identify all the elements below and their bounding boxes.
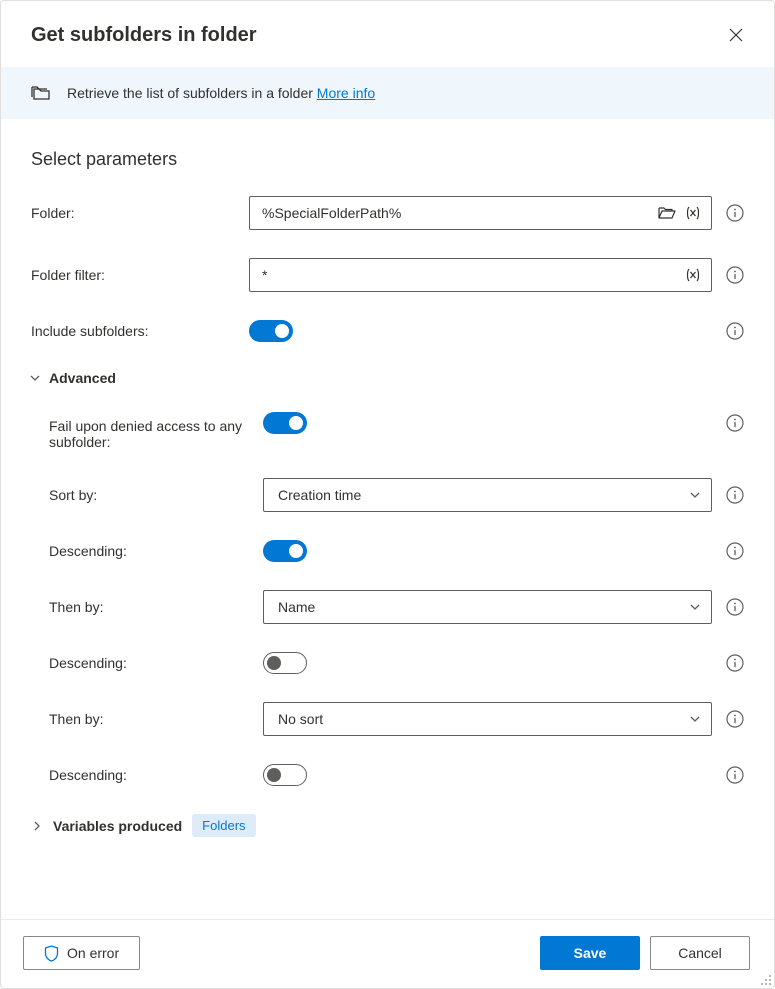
fail-denied-label: Fail upon denied access to any subfolder… (49, 412, 249, 450)
folders-icon (31, 83, 53, 103)
fail-denied-info-button[interactable] (726, 414, 744, 432)
chevron-down-icon (689, 489, 701, 501)
then-by-1-value: Name (278, 599, 315, 615)
row-include-subfolders: Include subfolders: (31, 320, 744, 342)
variables-produced-title: Variables produced (53, 818, 182, 834)
section-title: Select parameters (31, 149, 744, 170)
row-descending-2: Descending: (49, 652, 744, 674)
cancel-label: Cancel (678, 945, 722, 961)
variables-badge[interactable]: Folders (192, 814, 255, 837)
info-icon (726, 654, 744, 672)
more-info-link[interactable]: More info (317, 85, 375, 101)
folder-input-wrap (249, 196, 712, 230)
descending-3-info-button[interactable] (726, 766, 744, 784)
descending-1-toggle[interactable] (263, 540, 307, 562)
then-by-2-info-button[interactable] (726, 710, 744, 728)
folder-filter-input-wrap (249, 258, 712, 292)
on-error-label: On error (67, 945, 119, 961)
dialog: Get subfolders in folder Retrieve the li… (0, 0, 775, 989)
row-folder: Folder: (31, 196, 744, 230)
content: Select parameters Folder: Fol (1, 119, 774, 919)
cancel-button[interactable]: Cancel (650, 936, 750, 970)
row-then-by-2: Then by: No sort (49, 702, 744, 736)
dialog-header: Get subfolders in folder (1, 1, 774, 67)
info-icon (726, 486, 744, 504)
dialog-title: Get subfolders in folder (31, 24, 257, 47)
variable-icon (684, 205, 702, 221)
descending-2-label: Descending: (49, 655, 249, 671)
advanced-title: Advanced (49, 370, 116, 386)
chevron-right-icon (31, 820, 43, 832)
sort-by-select[interactable]: Creation time (263, 478, 712, 512)
descending-3-label: Descending: (49, 767, 249, 783)
variable-icon (684, 267, 702, 283)
info-icon (726, 710, 744, 728)
info-icon (726, 322, 744, 340)
info-icon (726, 204, 744, 222)
info-icon (726, 266, 744, 284)
descending-1-info-button[interactable] (726, 542, 744, 560)
descending-2-toggle[interactable] (263, 652, 307, 674)
shield-icon (44, 945, 59, 962)
description-text: Retrieve the list of subfolders in a fol… (67, 85, 375, 101)
row-sort-by: Sort by: Creation time (49, 478, 744, 512)
then-by-2-label: Then by: (49, 711, 249, 727)
folder-filter-label: Folder filter: (31, 267, 249, 283)
save-button[interactable]: Save (540, 936, 640, 970)
sort-by-value: Creation time (278, 487, 361, 503)
save-label: Save (574, 945, 607, 961)
folder-info-button[interactable] (726, 204, 744, 222)
chevron-down-icon (689, 713, 701, 725)
then-by-2-value: No sort (278, 711, 323, 727)
folder-filter-info-button[interactable] (726, 266, 744, 284)
folder-input[interactable] (262, 205, 651, 221)
then-by-1-select[interactable]: Name (263, 590, 712, 624)
include-subfolders-label: Include subfolders: (31, 323, 249, 339)
description-label: Retrieve the list of subfolders in a fol… (67, 85, 317, 101)
info-icon (726, 766, 744, 784)
descending-2-info-button[interactable] (726, 654, 744, 672)
descending-3-toggle[interactable] (263, 764, 307, 786)
sort-by-label: Sort by: (49, 487, 249, 503)
then-by-1-label: Then by: (49, 599, 249, 615)
descending-1-label: Descending: (49, 543, 249, 559)
advanced-header[interactable]: Advanced (29, 370, 744, 386)
variables-produced-header[interactable]: Variables produced Folders (31, 814, 744, 837)
row-folder-filter: Folder filter: (31, 258, 744, 292)
variable-picker-button[interactable] (683, 203, 703, 223)
row-descending-1: Descending: (49, 540, 744, 562)
chevron-down-icon (29, 372, 41, 384)
then-by-2-select[interactable]: No sort (263, 702, 712, 736)
browse-folder-button[interactable] (657, 203, 677, 223)
folder-filter-input[interactable] (262, 267, 677, 283)
folder-open-icon (658, 206, 676, 220)
chevron-down-icon (689, 601, 701, 613)
info-icon (726, 414, 744, 432)
advanced-section: Fail upon denied access to any subfolder… (31, 412, 744, 786)
variable-picker-button-filter[interactable] (683, 265, 703, 285)
include-subfolders-info-button[interactable] (726, 322, 744, 340)
row-fail-denied: Fail upon denied access to any subfolder… (49, 412, 744, 450)
include-subfolders-toggle[interactable] (249, 320, 293, 342)
folder-label: Folder: (31, 205, 249, 221)
info-icon (726, 542, 744, 560)
then-by-1-info-button[interactable] (726, 598, 744, 616)
close-icon (729, 28, 743, 42)
dialog-footer: On error Save Cancel (1, 919, 774, 988)
sort-by-info-button[interactable] (726, 486, 744, 504)
description-bar: Retrieve the list of subfolders in a fol… (1, 67, 774, 119)
info-icon (726, 598, 744, 616)
row-descending-3: Descending: (49, 764, 744, 786)
fail-denied-toggle[interactable] (263, 412, 307, 434)
resize-handle-icon[interactable] (759, 973, 773, 987)
close-button[interactable] (722, 21, 750, 49)
on-error-button[interactable]: On error (23, 936, 140, 970)
row-then-by-1: Then by: Name (49, 590, 744, 624)
